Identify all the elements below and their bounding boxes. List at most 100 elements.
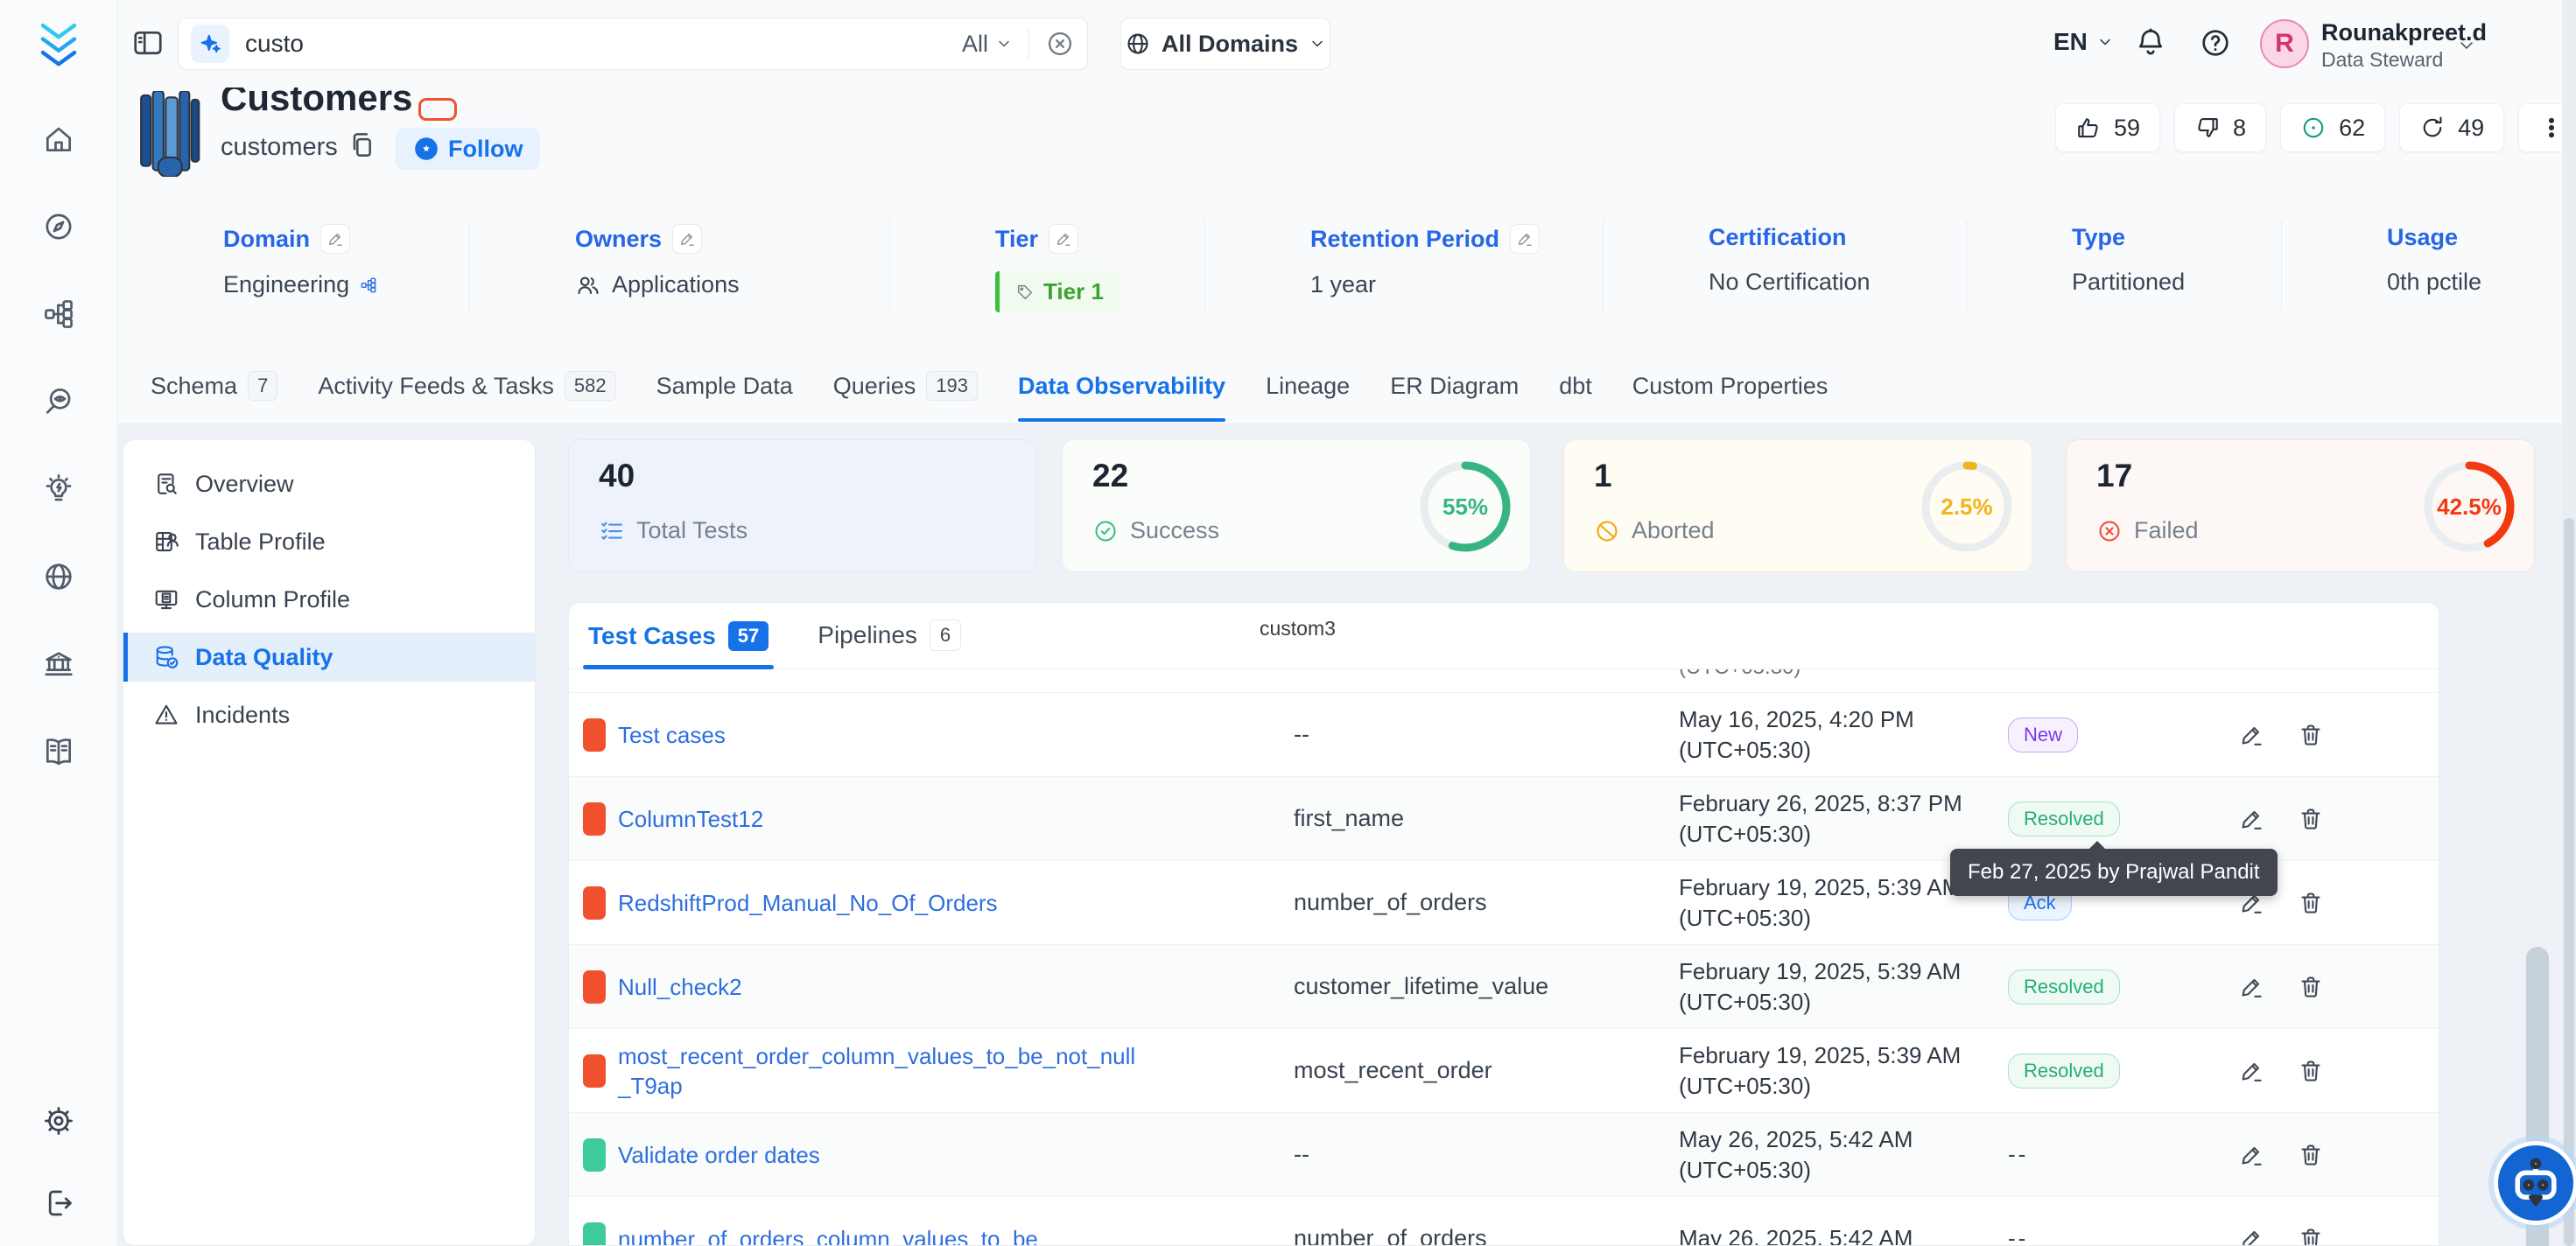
tab-schema[interactable]: Schema7 [151,366,277,422]
govern-bank-icon[interactable] [42,648,75,681]
metadata-label[interactable]: Certification [1709,224,1847,251]
metadata-label[interactable]: Owners [575,226,662,253]
chat-bot-button[interactable] [2494,1141,2576,1225]
delete-trash-icon[interactable] [2298,974,2324,1000]
edit-pencil-icon[interactable] [2238,1142,2264,1168]
global-search: All [178,18,1088,70]
delete-trash-icon[interactable] [2298,1226,2324,1246]
help-icon[interactable] [2199,26,2232,60]
tab-custom-properties[interactable]: Custom Properties [1632,366,1828,422]
tab-activity-feeds-tasks[interactable]: Activity Feeds & Tasks582 [318,366,615,422]
edit-pencil-icon[interactable] [320,224,350,254]
last-run-timezone: (UTC+05:30) [1679,819,1992,850]
delete-trash-icon[interactable] [2298,806,2324,832]
explore-compass-icon[interactable] [42,210,75,243]
status-empty: -- [2008,1225,2028,1245]
copy-name-button[interactable] [347,130,378,161]
test-case-link[interactable]: number_of_orders_column_values_to_be_ [618,1224,1143,1246]
follow-button[interactable]: Follow [396,128,540,170]
tab-dbt[interactable]: dbt [1559,366,1592,422]
tier-badge[interactable]: Tier 1 [995,271,1120,312]
domains-globe-icon[interactable] [42,560,75,593]
delete-trash-icon[interactable] [2298,890,2324,916]
panel-tab-test-cases[interactable]: Test Cases57 [585,621,772,668]
test-case-link[interactable]: Test cases [618,720,1143,750]
test-case-link[interactable]: Null_check2 [618,972,1143,1002]
edit-pencil-icon[interactable] [2238,1058,2264,1084]
home-icon[interactable] [42,122,75,156]
metadata-value: Tier 1 [995,271,1204,312]
search-input[interactable] [245,30,962,58]
summary-card-label-text: Aborted [1632,517,1715,544]
metadata-label[interactable]: Usage [2387,224,2458,251]
sidebar-item-incidents[interactable]: Incidents [123,690,535,739]
edit-pencil-icon[interactable] [2238,974,2264,1000]
column-name-cell: -- [1278,721,1663,748]
sidebar-toggle-icon[interactable] [131,26,165,60]
page-scrollbar-thumb[interactable] [2564,518,2574,1246]
notifications-bell-icon[interactable] [2134,26,2167,60]
deprecated-flag-icon [418,98,457,121]
clear-search-icon[interactable] [1045,29,1075,59]
app-logo[interactable] [32,18,86,72]
score-button[interactable]: 62 [2280,103,2385,152]
test-case-link[interactable]: most_recent_order_column_values_to_be_no… [618,1041,1143,1101]
tab-queries[interactable]: Queries193 [833,366,978,422]
tab-data-observability[interactable]: Data Observability [1018,366,1225,422]
sidebar-item-table-profile[interactable]: Table Profile [123,517,535,566]
chevron-down-icon[interactable] [2456,35,2477,56]
search-scope-dropdown[interactable]: All [962,31,1013,58]
user-avatar[interactable]: R [2260,19,2309,68]
delete-trash-icon[interactable] [2298,1058,2324,1084]
incident-status-cell: -- [1992,1225,2207,1245]
test-case-link[interactable]: ColumnTest12 [618,804,1143,834]
test-case-link[interactable]: RedshiftProd_Manual_No_Of_Orders [618,888,1143,918]
sidebar-item-column-profile[interactable]: Column Profile [123,575,535,624]
check-circle-icon [1092,518,1119,544]
platform-sitemap-icon[interactable] [42,298,75,331]
last-run-cell: February 19, 2025, 5:39 AM(UTC+05:30) [1663,956,1992,1018]
delete-trash-icon[interactable] [2298,722,2324,748]
edit-pencil-icon[interactable] [2238,1226,2264,1246]
downvote-button[interactable]: 8 [2174,103,2266,152]
upvote-button[interactable]: 59 [2055,103,2160,152]
sidebar-item-data-quality[interactable]: Data Quality [123,633,535,682]
sidebar-item-overview[interactable]: Overview [123,459,535,508]
summary-card-label-text: Success [1130,517,1219,544]
delete-trash-icon[interactable] [2298,1142,2324,1168]
edit-pencil-icon[interactable] [672,224,702,254]
all-domains-dropdown[interactable]: All Domains [1120,18,1330,70]
robot-icon [2502,1149,2570,1217]
panel-tab-pipelines[interactable]: Pipelines6 [814,620,965,668]
edit-pencil-icon[interactable] [2238,806,2264,832]
glossary-book-icon[interactable] [42,735,75,768]
observability-search-eye-icon[interactable] [42,385,75,418]
tab-er-diagram[interactable]: ER Diagram [1390,366,1519,422]
metadata-value: 0th pctile [2387,269,2576,296]
metadata-label[interactable]: Domain [223,226,310,253]
tab-sample-data[interactable]: Sample Data [656,366,793,422]
summary-card-label: Aborted [1594,517,1715,544]
refresh-button[interactable]: 49 [2399,103,2504,152]
last-run-timezone: (UTC+05:30) [1679,987,1992,1018]
last-run-timezone: (UTC+05:30) [1679,1071,1992,1102]
test-case-link[interactable]: Validate order dates [618,1140,1143,1170]
edit-pencil-icon[interactable] [2238,722,2264,748]
language-dropdown[interactable]: EN [2053,28,2114,56]
last-run-date: February 26, 2025, 8:37 PM [1679,788,1992,819]
settings-gear-icon[interactable] [42,1104,75,1138]
search-divider [1028,29,1029,59]
ai-sparkle-icon[interactable] [191,24,229,63]
edit-pencil-icon[interactable] [1049,224,1078,254]
metadata-label-row: Domain [223,224,469,254]
metadata-label[interactable]: Type [2072,224,2125,251]
edit-pencil-icon[interactable] [1510,224,1540,254]
logout-icon[interactable] [42,1186,75,1220]
sitemap-mini-icon[interactable] [360,276,377,294]
metadata-label[interactable]: Retention Period [1310,226,1499,253]
tab-lineage[interactable]: Lineage [1266,366,1350,422]
insights-lightbulb-icon[interactable] [42,472,75,506]
metadata-label[interactable]: Tier [995,226,1038,253]
donut-chart: 55% [1414,456,1516,557]
row-actions [2207,974,2324,1000]
